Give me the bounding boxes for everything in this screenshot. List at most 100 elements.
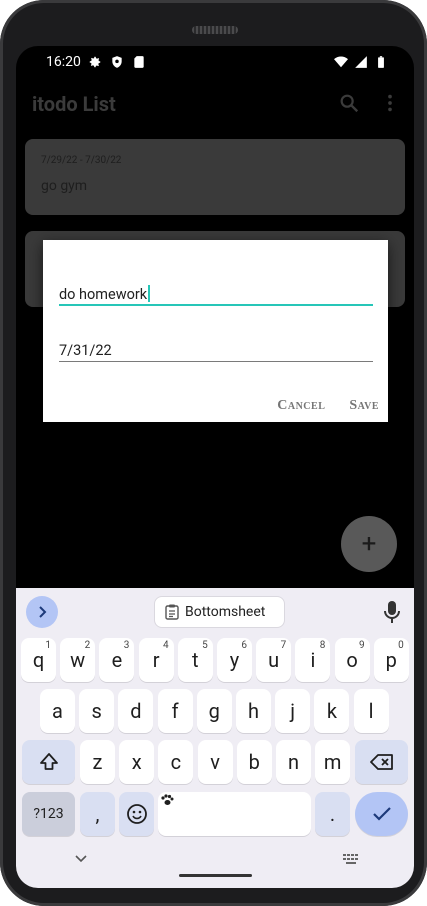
key-w[interactable]: w2 bbox=[60, 638, 96, 682]
phone-frame: 16:20 itodo List 7/29/22 - 7/30/22 go gy… bbox=[0, 0, 427, 906]
save-button[interactable]: Save bbox=[349, 398, 379, 414]
key-s[interactable]: s bbox=[79, 689, 115, 733]
todo-title: go gym bbox=[41, 178, 88, 194]
key-b[interactable]: b bbox=[236, 740, 272, 784]
key-label: l bbox=[368, 699, 374, 723]
shift-key[interactable] bbox=[22, 740, 75, 784]
todo-date-value: 7/31/22 bbox=[59, 342, 112, 359]
todo-title-field[interactable]: do homework bbox=[59, 284, 373, 306]
symbols-key[interactable]: ?123 bbox=[22, 792, 75, 836]
keyboard-expand-button[interactable] bbox=[26, 596, 58, 628]
plus-icon: + bbox=[361, 529, 377, 559]
spacebar-key[interactable] bbox=[158, 792, 311, 836]
key-k[interactable]: k bbox=[314, 689, 350, 733]
keyboard-toolbar: Bottomsheet bbox=[16, 588, 414, 632]
key-hint: 6 bbox=[241, 640, 247, 651]
key-r[interactable]: r4 bbox=[138, 638, 174, 682]
key-hint: 2 bbox=[84, 640, 91, 651]
key-hint: 5 bbox=[202, 640, 208, 651]
chevron-right-icon bbox=[39, 606, 47, 618]
key-label: b bbox=[248, 750, 260, 774]
earpiece-speaker bbox=[192, 26, 238, 34]
key-label: i bbox=[310, 648, 316, 672]
key-c[interactable]: c bbox=[158, 740, 194, 784]
key-hint: 8 bbox=[319, 640, 326, 651]
key-label: c bbox=[170, 750, 182, 774]
key-hint: 9 bbox=[358, 640, 365, 651]
microphone-icon[interactable] bbox=[384, 600, 400, 624]
key-e[interactable]: e3 bbox=[99, 638, 135, 682]
key-hint: 4 bbox=[162, 640, 169, 651]
search-icon[interactable] bbox=[338, 92, 360, 114]
app-title: itodo List bbox=[32, 92, 116, 116]
paw-icon bbox=[161, 794, 174, 805]
key-l[interactable]: l bbox=[353, 689, 389, 733]
key-label: s bbox=[91, 699, 102, 723]
key-label: d bbox=[130, 699, 142, 723]
todo-date-field[interactable]: 7/31/22 bbox=[59, 340, 373, 362]
hide-keyboard-chevron-icon[interactable] bbox=[74, 854, 88, 864]
wifi-icon bbox=[334, 56, 348, 68]
key-j[interactable]: j bbox=[275, 689, 311, 733]
app-bar: itodo List bbox=[16, 80, 414, 128]
key-hint: 3 bbox=[123, 640, 130, 651]
key-m[interactable]: m bbox=[315, 740, 351, 784]
key-label: e bbox=[111, 648, 123, 672]
key-u[interactable]: u7 bbox=[256, 638, 292, 682]
key-q[interactable]: q1 bbox=[21, 638, 56, 682]
period-key[interactable]: . bbox=[315, 792, 350, 836]
emoji-key[interactable] bbox=[119, 792, 154, 836]
backspace-key[interactable] bbox=[355, 740, 408, 784]
key-label: z bbox=[92, 750, 103, 774]
key-label: g bbox=[208, 699, 220, 723]
key-label: j bbox=[290, 699, 296, 723]
todo-card[interactable]: 7/29/22 - 7/30/22 go gym bbox=[25, 139, 405, 215]
emoji-icon bbox=[126, 804, 147, 824]
comma-key[interactable]: , bbox=[80, 792, 115, 836]
backspace-icon bbox=[369, 754, 393, 770]
clipboard-chip-label: Bottomsheet bbox=[185, 604, 266, 620]
key-d[interactable]: d bbox=[118, 689, 154, 733]
settings-icon bbox=[89, 56, 101, 68]
clipboard-suggestion-chip[interactable]: Bottomsheet bbox=[154, 596, 285, 628]
key-label: x bbox=[131, 750, 142, 774]
key-label: n bbox=[287, 750, 300, 774]
key-hint: 1 bbox=[45, 640, 51, 651]
battery-icon bbox=[378, 56, 384, 68]
key-label: f bbox=[171, 699, 179, 723]
key-label: h bbox=[247, 699, 259, 723]
key-y[interactable]: y6 bbox=[217, 638, 252, 682]
key-label: o bbox=[346, 648, 358, 672]
key-label: k bbox=[326, 699, 337, 723]
key-x[interactable]: x bbox=[119, 740, 155, 784]
more-vert-icon[interactable] bbox=[382, 92, 398, 114]
key-n[interactable]: n bbox=[276, 740, 311, 784]
sd-card-icon bbox=[134, 56, 144, 68]
edit-todo-dialog: do homework 7/31/22 Cancel Save bbox=[43, 240, 388, 422]
key-v[interactable]: v bbox=[197, 740, 233, 784]
enter-key[interactable] bbox=[355, 792, 408, 836]
navigation-bar bbox=[16, 840, 414, 888]
keyboard-switcher-icon[interactable] bbox=[343, 854, 359, 864]
soft-keyboard: Bottomsheet q1w2e3r4t5y6u7i8o9p0 asdfghj… bbox=[16, 588, 414, 888]
key-p[interactable]: p0 bbox=[373, 638, 409, 682]
key-hint: 7 bbox=[280, 640, 287, 651]
key-z[interactable]: z bbox=[80, 740, 115, 784]
signal-icon bbox=[355, 56, 367, 68]
key-i[interactable]: i8 bbox=[295, 638, 331, 682]
cancel-button[interactable]: Cancel bbox=[277, 398, 325, 414]
key-o[interactable]: o9 bbox=[334, 638, 370, 682]
key-t[interactable]: t5 bbox=[177, 638, 213, 682]
key-f[interactable]: f bbox=[157, 689, 193, 733]
key-a[interactable]: a bbox=[40, 689, 75, 733]
key-label: r bbox=[152, 648, 160, 672]
key-g[interactable]: g bbox=[196, 689, 232, 733]
add-todo-fab[interactable]: + bbox=[341, 516, 397, 572]
key-h[interactable]: h bbox=[236, 689, 271, 733]
todo-date-range: 7/29/22 - 7/30/22 bbox=[41, 155, 122, 166]
key-label: v bbox=[210, 750, 220, 774]
gesture-handle[interactable] bbox=[179, 874, 252, 877]
todo-title-value: do homework bbox=[59, 286, 148, 303]
key-label: a bbox=[52, 699, 63, 723]
status-bar: 16:20 bbox=[16, 46, 414, 80]
